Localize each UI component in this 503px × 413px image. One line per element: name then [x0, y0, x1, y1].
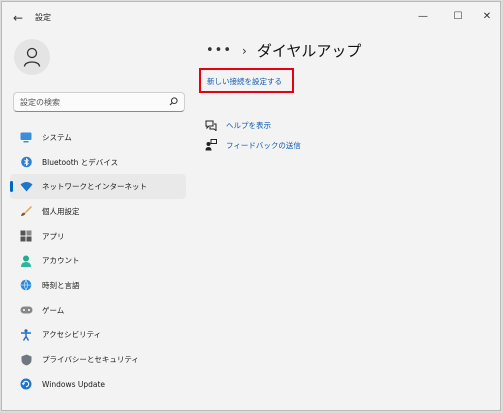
globe-clock-icon	[19, 278, 33, 292]
sidebar-item-accessibility[interactable]: アクセシビリティ	[10, 323, 186, 348]
search-input[interactable]	[20, 95, 160, 109]
account-icon	[19, 254, 33, 268]
sidebar-item-network[interactable]: ネットワークとインターネット	[10, 174, 186, 200]
update-icon	[19, 377, 33, 391]
sidebar-item-label: 時刻と言語	[42, 280, 80, 290]
sidebar-item-label: アプリ	[42, 231, 65, 241]
maximize-icon: ☐	[453, 11, 463, 22]
sidebar-item-gaming[interactable]: ゲーム	[10, 298, 186, 323]
apps-icon	[19, 229, 33, 243]
sidebar-item-windows-update[interactable]: Windows Update	[10, 372, 186, 397]
sidebar-nav: システム Bluetooth とデバイス ネットワークとインターネット 個人用設…	[10, 125, 186, 397]
help-link[interactable]: ヘルプを表示	[226, 120, 271, 131]
back-button[interactable]: ←	[10, 11, 26, 25]
minimize-button[interactable]: —	[414, 9, 432, 25]
sidebar-item-label: Bluetooth とデバイス	[42, 157, 119, 167]
sidebar-item-label: 個人用設定	[42, 206, 80, 216]
sidebar-item-label: アクセシビリティ	[42, 330, 102, 340]
close-icon: ✕	[482, 11, 492, 22]
back-arrow-icon: ←	[12, 11, 24, 25]
avatar[interactable]	[14, 39, 50, 75]
gamepad-icon	[19, 303, 33, 317]
sidebar-item-privacy[interactable]: プライバシーとセキュリティ	[10, 347, 186, 372]
search-box[interactable]	[13, 92, 185, 112]
sidebar-item-label: システム	[42, 132, 72, 142]
sidebar-item-bluetooth[interactable]: Bluetooth とデバイス	[10, 150, 186, 175]
sidebar-item-accounts[interactable]: アカウント	[10, 248, 186, 273]
wifi-icon	[19, 180, 33, 194]
sidebar-item-personalization[interactable]: 個人用設定	[10, 199, 186, 224]
maximize-button[interactable]: ☐	[449, 9, 467, 25]
shield-icon	[19, 353, 33, 367]
setup-new-connection-link[interactable]: 新しい接続を設定する	[207, 76, 282, 87]
sidebar-item-label: Windows Update	[42, 379, 106, 389]
bluetooth-icon	[19, 155, 33, 169]
sidebar-item-label: ネットワークとインターネット	[42, 182, 147, 192]
highlight-box: 新しい接続を設定する	[199, 68, 294, 93]
help-icon	[205, 119, 217, 131]
monitor-icon	[19, 130, 33, 144]
settings-window: ← 設定 — ☐ ✕ システム Bluetooth とデバイス	[1, 1, 501, 411]
title-bar: ← 設定 — ☐ ✕	[2, 2, 500, 34]
feedback-icon	[205, 139, 217, 151]
sidebar-item-system[interactable]: システム	[10, 125, 186, 150]
page-title: ダイヤルアップ	[256, 42, 362, 60]
feedback-link[interactable]: フィードバックの送信	[226, 140, 301, 151]
brush-icon	[19, 204, 33, 218]
minimize-icon: —	[418, 11, 428, 22]
sidebar-item-label: アカウント	[42, 256, 80, 266]
help-link-row[interactable]: ヘルプを表示	[205, 119, 271, 131]
accessibility-icon	[19, 328, 33, 342]
breadcrumb: ••• › ダイヤルアップ	[206, 40, 361, 61]
feedback-link-row[interactable]: フィードバックの送信	[205, 139, 301, 151]
breadcrumb-more-button[interactable]: •••	[206, 43, 232, 58]
sidebar-item-apps[interactable]: アプリ	[10, 224, 186, 249]
sidebar-item-time-language[interactable]: 時刻と言語	[10, 273, 186, 298]
chevron-right-icon: ›	[242, 43, 247, 58]
sidebar-item-label: プライバシーとセキュリティ	[42, 355, 139, 365]
app-title: 設定	[35, 13, 51, 22]
close-button[interactable]: ✕	[478, 9, 496, 25]
search-icon[interactable]	[169, 97, 178, 106]
user-icon	[23, 47, 41, 67]
sidebar-item-label: ゲーム	[42, 305, 65, 315]
